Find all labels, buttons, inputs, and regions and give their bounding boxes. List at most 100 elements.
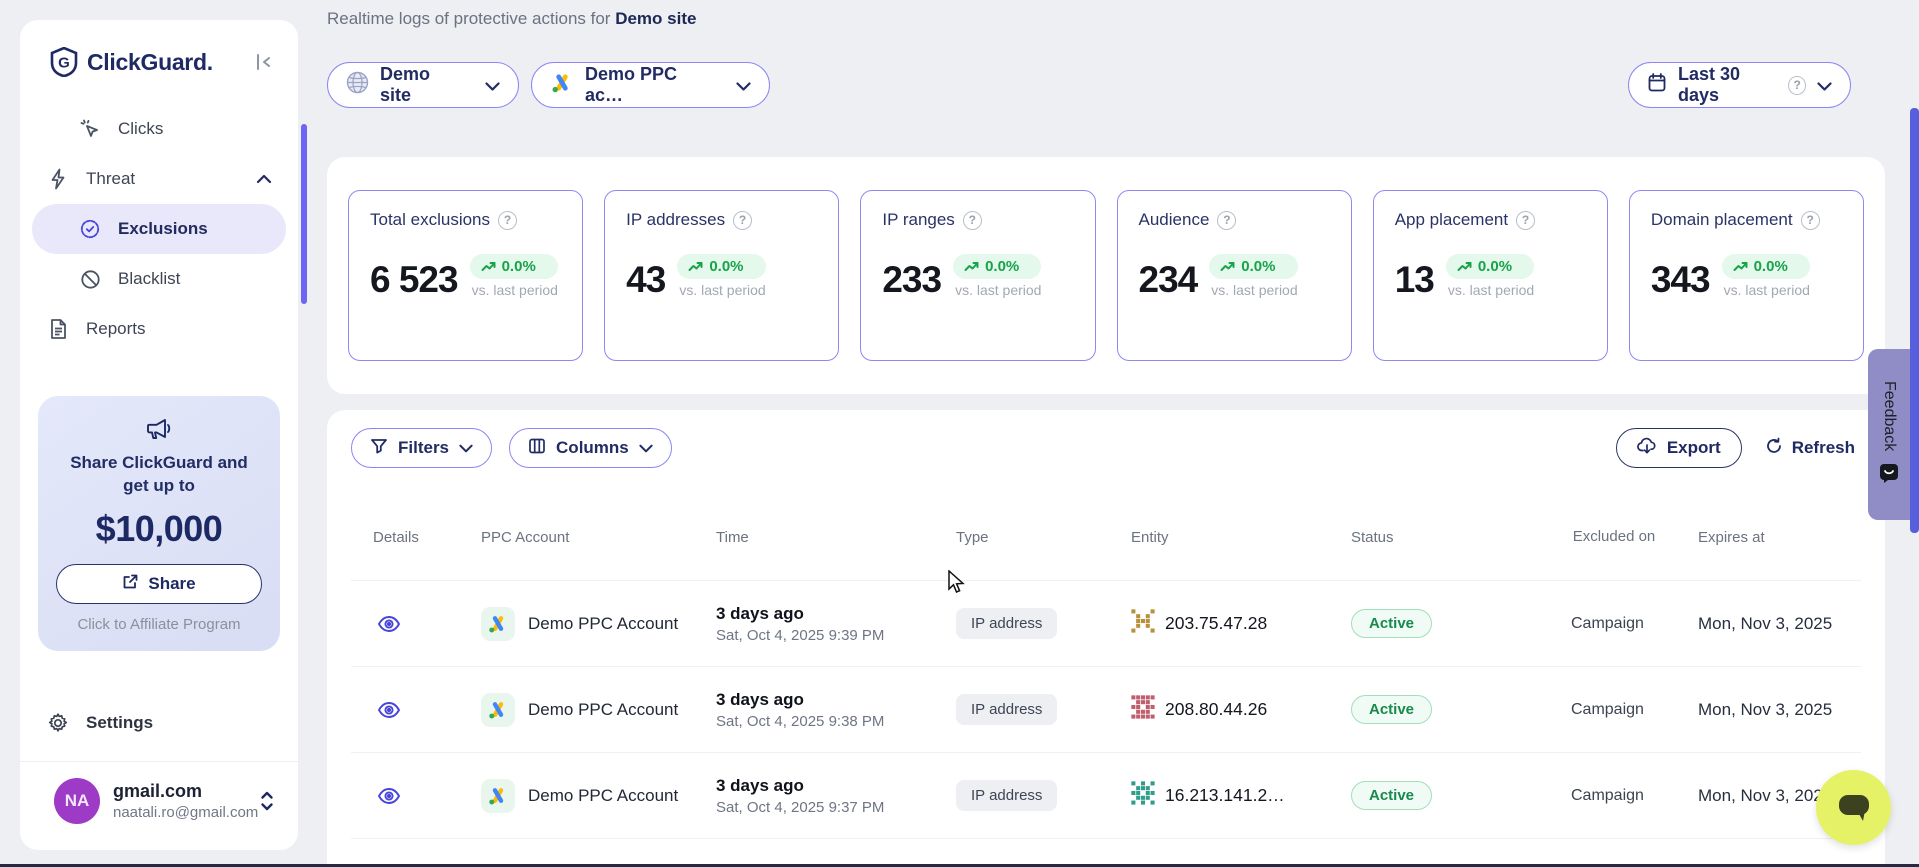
sidebar: G ClickGuard. Clicks Threat [20, 20, 298, 850]
help-icon[interactable]: ? [1801, 211, 1820, 230]
columns-icon [528, 437, 546, 460]
user-account[interactable]: NA gmail.com naatali.ro@gmail.com [20, 762, 298, 824]
stat-delta-badge: 0.0% [953, 254, 1041, 279]
stat-value: 43 [626, 261, 665, 298]
help-icon[interactable]: ? [498, 211, 517, 230]
help-icon[interactable]: ? [1516, 211, 1535, 230]
feedback-tab[interactable]: Feedback [1868, 349, 1910, 520]
stat-label: Audience [1139, 210, 1210, 230]
filters-button[interactable]: Filters [351, 428, 492, 468]
sidebar-item-threat[interactable]: Threat [32, 154, 286, 204]
excluded-on-cell: Campaign [1571, 615, 1686, 633]
stat-label: IP ranges [882, 210, 954, 230]
logo-text: ClickGuard. [87, 49, 250, 76]
sidebar-item-label: Reports [86, 319, 146, 339]
chat-launcher-button[interactable] [1816, 770, 1891, 845]
clickguard-app: G ClickGuard. Clicks Threat [0, 0, 1919, 867]
ip-identicon [1131, 781, 1155, 810]
sidebar-item-clicks[interactable]: Clicks [32, 104, 286, 154]
stat-caption: vs. last period [470, 282, 558, 298]
stat-delta-badge: 0.0% [470, 254, 558, 279]
excluded-on-cell: Campaign [1571, 787, 1686, 805]
gear-icon [46, 711, 70, 735]
export-label: Export [1667, 438, 1721, 458]
share-label: Share [148, 574, 195, 594]
view-details-eye-icon[interactable] [377, 697, 403, 723]
cloud-download-icon [1637, 437, 1657, 460]
help-icon[interactable]: ? [1788, 76, 1806, 95]
promo-amount: $10,000 [52, 508, 266, 550]
column-header-expires-at: Expires at [1686, 529, 1861, 546]
sidebar-item-label: Exclusions [118, 219, 208, 239]
column-header-type: Type [956, 529, 1131, 546]
help-icon[interactable]: ? [733, 211, 752, 230]
entity-value: 203.75.47.28 [1165, 613, 1267, 634]
nav-scrollbar[interactable] [301, 124, 307, 304]
refresh-button[interactable]: Refresh [1759, 428, 1861, 468]
stat-label: IP addresses [626, 210, 725, 230]
entity-cell: 203.75.47.28 [1131, 609, 1351, 638]
stat-card-app-placement: App placement? 13 0.0% vs. last period [1373, 190, 1608, 361]
expires-at-cell: Mon, Nov 3, 2025 [1686, 700, 1861, 720]
affiliate-caption: Click to Affiliate Program [52, 616, 266, 633]
google-ads-icon [481, 607, 515, 641]
ppc-account-cell: Demo PPC Account [481, 779, 716, 813]
exclusions-table-panel: Filters Columns Export [327, 410, 1885, 867]
table-header-row: Details PPC Account Time Type Entity Sta… [351, 494, 1861, 580]
column-header-time: Time [716, 529, 956, 546]
page-subtitle: Realtime logs of protective actions for … [327, 9, 696, 29]
table-row[interactable]: Demo PPC Account 3 days ago Sat, Oct 4, … [351, 666, 1861, 752]
time-full: Sat, Oct 4, 2025 9:37 PM [716, 799, 956, 816]
chevron-down-icon [485, 75, 500, 96]
help-icon[interactable]: ? [1217, 211, 1236, 230]
user-meta: gmail.com naatali.ro@gmail.com [113, 781, 258, 821]
ppc-account-selector[interactable]: Demo PPC ac… [531, 62, 770, 108]
table-row[interactable]: Demo PPC Account 3 days ago Sat, Oct 4, … [351, 752, 1861, 838]
time-relative: 3 days ago [716, 776, 956, 796]
chevron-down-icon [736, 75, 751, 96]
table-row-partial[interactable]: 3 days ago IP address [351, 838, 1861, 867]
chevron-down-icon [459, 444, 473, 453]
view-details-eye-icon[interactable] [377, 783, 403, 809]
stat-caption: vs. last period [953, 282, 1041, 298]
sidebar-item-label: Clicks [118, 119, 163, 139]
collapse-sidebar-icon[interactable] [250, 49, 276, 75]
ppc-account-value: Demo PPC ac… [585, 64, 714, 106]
entity-value: 16.213.141.2… [1165, 785, 1285, 806]
share-button[interactable]: Share [56, 564, 262, 604]
affiliate-promo-card[interactable]: Share ClickGuard and get up to $10,000 S… [38, 396, 280, 651]
page-scrollbar[interactable] [1910, 108, 1919, 533]
cursor-click-icon [78, 117, 102, 141]
stat-delta-badge: 0.0% [677, 254, 765, 279]
sidebar-item-reports[interactable]: Reports [32, 304, 286, 354]
select-chevrons-icon[interactable] [258, 788, 278, 814]
sidebar-item-settings[interactable]: Settings [32, 699, 286, 747]
date-range-selector[interactable]: Last 30 days ? [1628, 62, 1851, 108]
site-selector-value: Demo site [380, 64, 463, 106]
entity-value: 208.80.44.26 [1165, 699, 1267, 720]
stat-value: 343 [1651, 261, 1710, 298]
feedback-label: Feedback [1880, 381, 1898, 451]
columns-button[interactable]: Columns [509, 428, 672, 468]
excluded-on-cell: Campaign [1571, 701, 1686, 719]
clickguard-logo-icon: G [50, 47, 78, 77]
stats-panel: Total exclusions? 6 523 0.0% vs. last pe… [327, 157, 1885, 394]
view-details-eye-icon[interactable] [377, 611, 403, 637]
svg-text:G: G [58, 55, 70, 72]
sidebar-item-exclusions[interactable]: Exclusions [32, 204, 286, 254]
chevron-up-icon[interactable] [256, 169, 272, 189]
type-badge: IP address [956, 780, 1057, 811]
stat-delta-badge: 0.0% [1446, 254, 1534, 279]
export-button[interactable]: Export [1616, 428, 1742, 468]
ppc-account-name: Demo PPC Account [528, 700, 678, 720]
help-icon[interactable]: ? [963, 211, 982, 230]
site-selector[interactable]: Demo site [327, 62, 519, 108]
table-row[interactable]: Demo PPC Account 3 days ago Sat, Oct 4, … [351, 580, 1861, 666]
column-header-ppc-account: PPC Account [481, 529, 716, 546]
sidebar-item-blacklist[interactable]: Blacklist [32, 254, 286, 304]
promo-text: Share ClickGuard and get up to [52, 452, 266, 498]
calendar-icon [1647, 72, 1667, 98]
filters-label: Filters [398, 438, 449, 458]
user-name: gmail.com [113, 781, 258, 802]
ban-icon [78, 267, 102, 291]
